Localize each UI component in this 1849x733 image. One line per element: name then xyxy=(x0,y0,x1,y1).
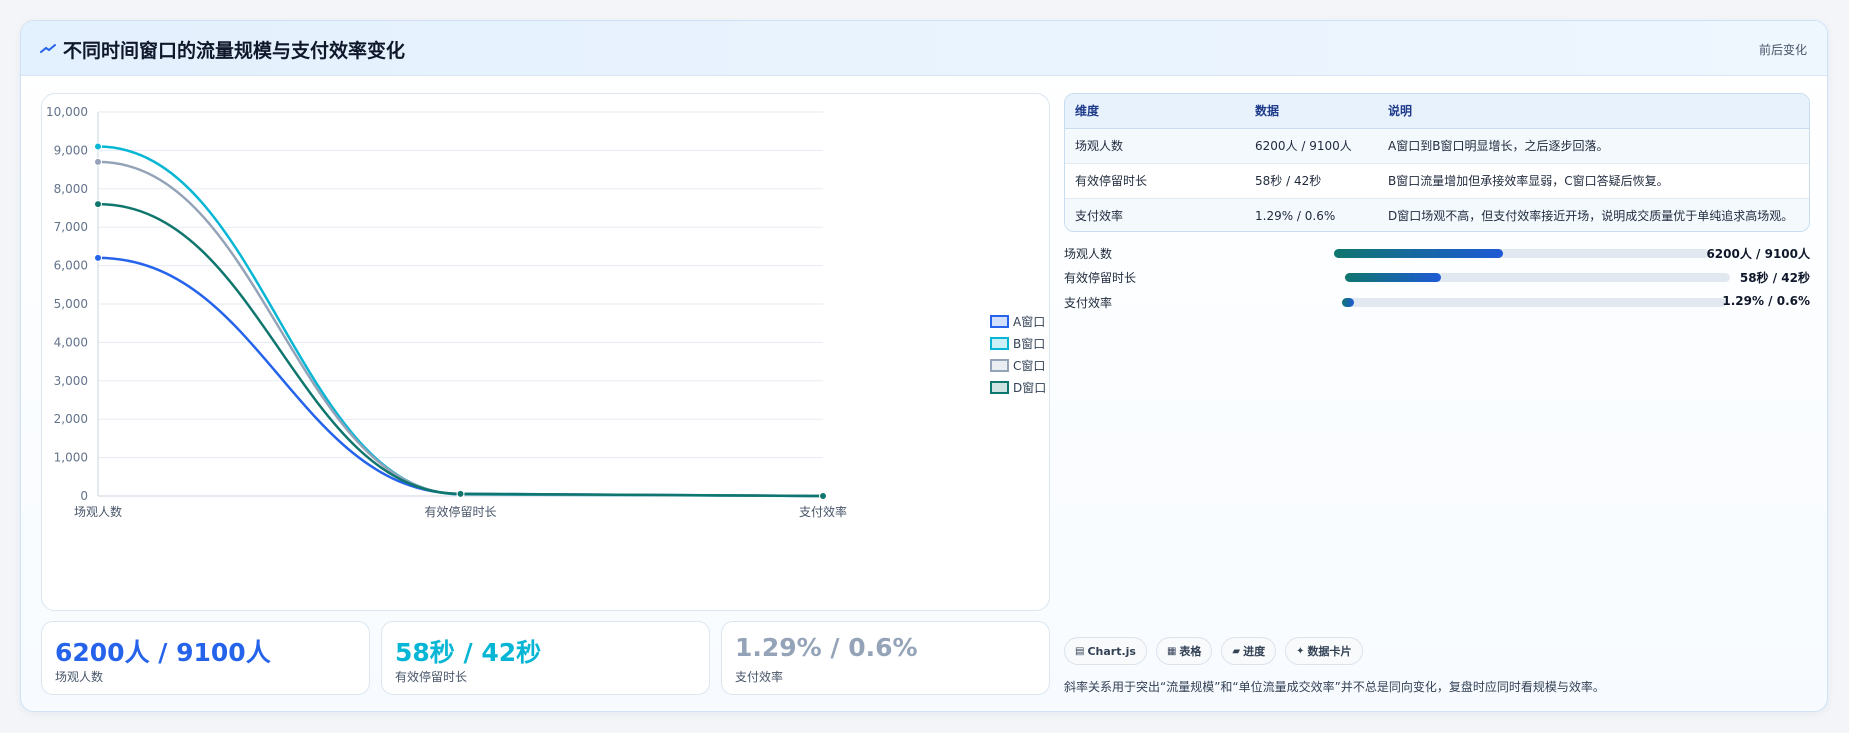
progress-value: 58秒 / 42秒 xyxy=(1739,271,1810,285)
sparkle-icon: ✦ xyxy=(1296,645,1305,657)
kpi-label: 场观人数 xyxy=(55,670,104,684)
table-cell: 支付效率 xyxy=(1065,198,1245,231)
chart-panel: 0 1,000 2,000 3,000 4,000 5,000 6,000 7,000 8,00… xyxy=(41,93,1050,611)
legend-label: B窗口 xyxy=(1013,336,1046,351)
kpi-value: 1.29% / 0.6% xyxy=(735,633,918,662)
legend-swatch xyxy=(990,336,1009,350)
table-cell: 58秒 / 42秒 xyxy=(1245,163,1378,199)
progress-row-payment: 支付效率 1.29% / 0.6% xyxy=(1064,294,1810,310)
chart-legend: A窗口 B窗口 C窗口 D窗口 xyxy=(990,310,1046,398)
table-header: 说明 xyxy=(1378,94,1809,129)
data-point xyxy=(94,200,102,209)
y-tick-label: 6,000 xyxy=(54,259,88,273)
data-point xyxy=(94,157,102,166)
table-cell: 1.29% / 0.6% xyxy=(1245,198,1378,231)
progress-fill xyxy=(1334,249,1503,258)
progress-label: 有效停留时长 xyxy=(1064,271,1137,285)
table-icon: ▦ xyxy=(1166,645,1177,657)
progress-icon: ▰ xyxy=(1232,645,1241,657)
page-title: 不同时间窗口的流量规模与支付效率变化 xyxy=(63,40,406,62)
legend-swatch xyxy=(990,314,1009,328)
x-tick-label: 场观人数 xyxy=(74,504,122,519)
data-point xyxy=(819,491,827,500)
series-line xyxy=(97,256,824,498)
tech-chips: ▤ Chart.js ▦ 表格 ▰ 进度 ✦ 数据卡片 xyxy=(1064,637,1372,665)
table-row: 有效停留时长 58秒 / 42秒 B窗口流量增加但承接效率显弱，C窗口答疑后恢复… xyxy=(1065,163,1809,199)
y-tick-label: 2,000 xyxy=(54,412,88,426)
series-line xyxy=(97,145,824,498)
table-row: 场观人数 6200人 / 9100人 A窗口到B窗口明显增长，之后逐步回落。 xyxy=(1065,128,1809,164)
kpi-value: 6200人 / 9100人 xyxy=(55,638,271,667)
table-cell: B窗口流量增加但承接效率显弱，C窗口答疑后恢复。 xyxy=(1378,163,1809,199)
progress-label: 支付效率 xyxy=(1064,296,1113,310)
data-point xyxy=(94,142,102,151)
table-cell: 有效停留时长 xyxy=(1065,163,1245,199)
y-tick-label: 8,000 xyxy=(54,182,88,196)
kpi-card-viewers: 6200人 / 9100人 场观人数 xyxy=(41,621,370,695)
progress-value: 1.29% / 0.6% xyxy=(1722,294,1810,308)
chip-label: 进度 xyxy=(1243,645,1266,658)
chip-chartjs[interactable]: ▤ Chart.js xyxy=(1064,637,1147,665)
series-line xyxy=(97,160,824,498)
data-point xyxy=(456,489,465,498)
data-point xyxy=(94,253,102,262)
header-right-label: 前后变化 xyxy=(1758,43,1807,57)
table-cell: 场观人数 xyxy=(1065,128,1245,164)
table-row: 支付效率 1.29% / 0.6% D窗口场观不高，但支付效率接近开场，说明成交… xyxy=(1065,198,1809,231)
legend-label: A窗口 xyxy=(1013,314,1046,329)
progress-row-dwell: 有效停留时长 58秒 / 42秒 xyxy=(1064,269,1810,285)
progress-track xyxy=(1345,273,1730,282)
legend-item[interactable]: C窗口 xyxy=(990,354,1046,376)
legend-label: C窗口 xyxy=(1013,358,1046,373)
y-tick-label: 7,000 xyxy=(54,220,88,234)
kpi-label: 有效停留时长 xyxy=(395,670,468,684)
kpi-value: 58秒 / 42秒 xyxy=(395,638,542,667)
chip-label: 表格 xyxy=(1179,645,1202,658)
trend-icon xyxy=(40,44,56,53)
table-cell: 6200人 / 9100人 xyxy=(1245,128,1378,164)
table-header: 数据 xyxy=(1245,94,1378,129)
kpi-card-dwell: 58秒 / 42秒 有效停留时长 xyxy=(381,621,710,695)
legend-item[interactable]: D窗口 xyxy=(990,376,1046,398)
chip-table[interactable]: ▦ 表格 xyxy=(1155,637,1213,665)
x-tick-label: 有效停留时长 xyxy=(424,504,496,519)
y-tick-label: 10,000 xyxy=(46,105,88,119)
progress-value: 6200人 / 9100人 xyxy=(1706,247,1810,261)
legend-label: D窗口 xyxy=(1013,380,1047,395)
chip-progress[interactable]: ▰ 进度 xyxy=(1221,637,1277,665)
legend-swatch xyxy=(990,358,1009,372)
legend-swatch xyxy=(990,380,1009,394)
kpi-card-payment: 1.29% / 0.6% 支付效率 xyxy=(721,621,1050,695)
chart-icon: ▤ xyxy=(1075,645,1085,657)
table-header: 维度 xyxy=(1065,94,1245,129)
progress-row-viewers: 场观人数 6200人 / 9100人 xyxy=(1064,245,1810,261)
y-tick-label: 3,000 xyxy=(54,374,88,388)
y-tick-label: 4,000 xyxy=(54,335,88,349)
progress-fill xyxy=(1342,298,1354,307)
progress-track xyxy=(1334,249,1709,258)
progress-fill xyxy=(1345,273,1442,282)
line-chart: 0 1,000 2,000 3,000 4,000 5,000 6,000 7,000 8,00… xyxy=(46,105,847,519)
card-header: 不同时间窗口的流量规模与支付效率变化 前后变化 xyxy=(21,21,1827,76)
main-card: 不同时间窗口的流量规模与支付效率变化 前后变化 0 1,000 2,000 3,000… xyxy=(20,20,1828,712)
table-cell: A窗口到B窗口明显增长，之后逐步回落。 xyxy=(1378,128,1809,164)
series-line xyxy=(97,202,824,498)
footer-note: 斜率关系用于突出“流量规模”和“单位流量成交效率”并不总是同向变化，复盘时应同时… xyxy=(1064,680,1605,694)
chip-label: 数据卡片 xyxy=(1307,645,1352,658)
chip-data-card[interactable]: ✦ 数据卡片 xyxy=(1285,637,1363,665)
legend-item[interactable]: A窗口 xyxy=(990,310,1046,332)
progress-label: 场观人数 xyxy=(1064,247,1113,261)
data-table: 维度 数据 说明 场观人数 6200人 / 9100人 A窗口到B窗口明显增长，… xyxy=(1064,93,1810,232)
legend-item[interactable]: B窗口 xyxy=(990,332,1046,354)
kpi-label: 支付效率 xyxy=(735,670,784,684)
y-tick-label: 0 xyxy=(80,489,88,503)
y-tick-label: 1,000 xyxy=(54,451,88,465)
chip-label: Chart.js xyxy=(1087,644,1136,658)
x-tick-label: 支付效率 xyxy=(799,504,847,519)
table-cell: D窗口场观不高，但支付效率接近开场，说明成交质量优于单纯追求高场观。 xyxy=(1378,198,1809,231)
y-tick-label: 5,000 xyxy=(54,297,88,311)
y-tick-label: 9,000 xyxy=(54,143,88,157)
progress-track xyxy=(1342,298,1726,307)
